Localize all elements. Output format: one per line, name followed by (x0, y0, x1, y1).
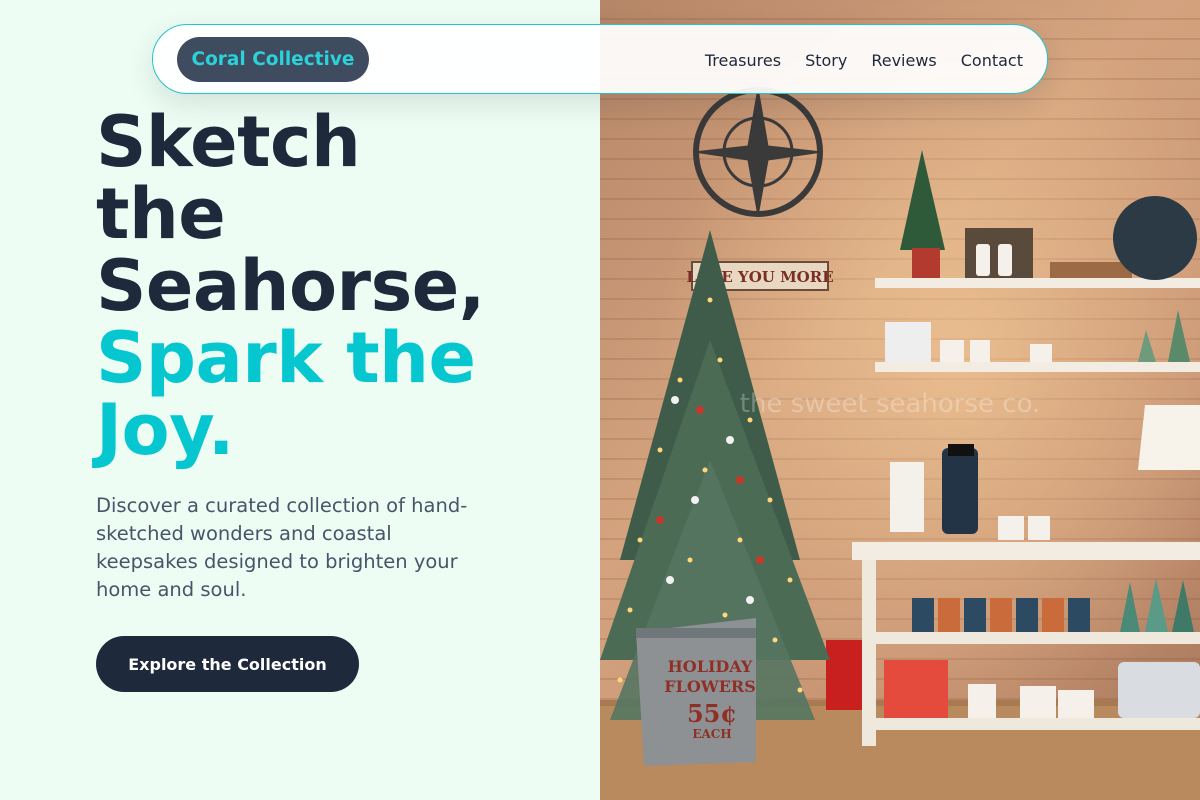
nav-link-treasures[interactable]: Treasures (705, 51, 781, 70)
top-navbar: Coral Collective Treasures Story Reviews… (152, 24, 1048, 94)
nav-link-contact[interactable]: Contact (961, 51, 1023, 70)
hero-title-accent-line-2: Joy. (96, 389, 234, 471)
small-potted-tree (900, 150, 945, 278)
compass-wall-decor (693, 87, 823, 217)
photo-watermark: the sweet seahorse co. (740, 389, 1041, 419)
nav-links: Treasures Story Reviews Contact (705, 25, 1023, 95)
white-display-table (852, 542, 1200, 746)
hero-title: Sketch the Seahorse, Spark the Joy. (96, 106, 566, 466)
nav-link-reviews[interactable]: Reviews (871, 51, 936, 70)
brand-logo-button[interactable]: Coral Collective (177, 37, 369, 82)
hero-description: Discover a curated collection of hand-sk… (96, 494, 468, 601)
hero-title-line-2: the (96, 173, 226, 255)
nav-link-story[interactable]: Story (805, 51, 847, 70)
bucket-text-flowers: FLOWERS (664, 677, 756, 696)
bucket-each: EACH (692, 727, 731, 741)
table-lamp (1138, 405, 1200, 470)
holiday-flowers-bucket: HOLIDAY FLOWERS 55¢ EACH (636, 618, 756, 766)
bucket-price: 55¢ (687, 699, 737, 728)
hero-section: Sketch the Seahorse, Spark the Joy. Disc… (0, 0, 600, 800)
hero-title-line-3: Seahorse, (96, 245, 485, 327)
bucket-text-holiday: HOLIDAY (668, 657, 753, 676)
hero-photo: LOVE YOU MORE HOLIDAY FLOWERS 55¢ EACH t… (600, 0, 1200, 800)
shop-interior-image: LOVE YOU MORE HOLIDAY FLOWERS 55¢ EACH t… (600, 87, 1200, 800)
coffee-station (890, 444, 1050, 540)
explore-collection-button[interactable]: Explore the Collection (96, 636, 359, 692)
hero-title-accent-line-1: Spark the (96, 317, 476, 399)
hero-title-line-1: Sketch (96, 101, 361, 183)
red-bucket (826, 640, 862, 710)
